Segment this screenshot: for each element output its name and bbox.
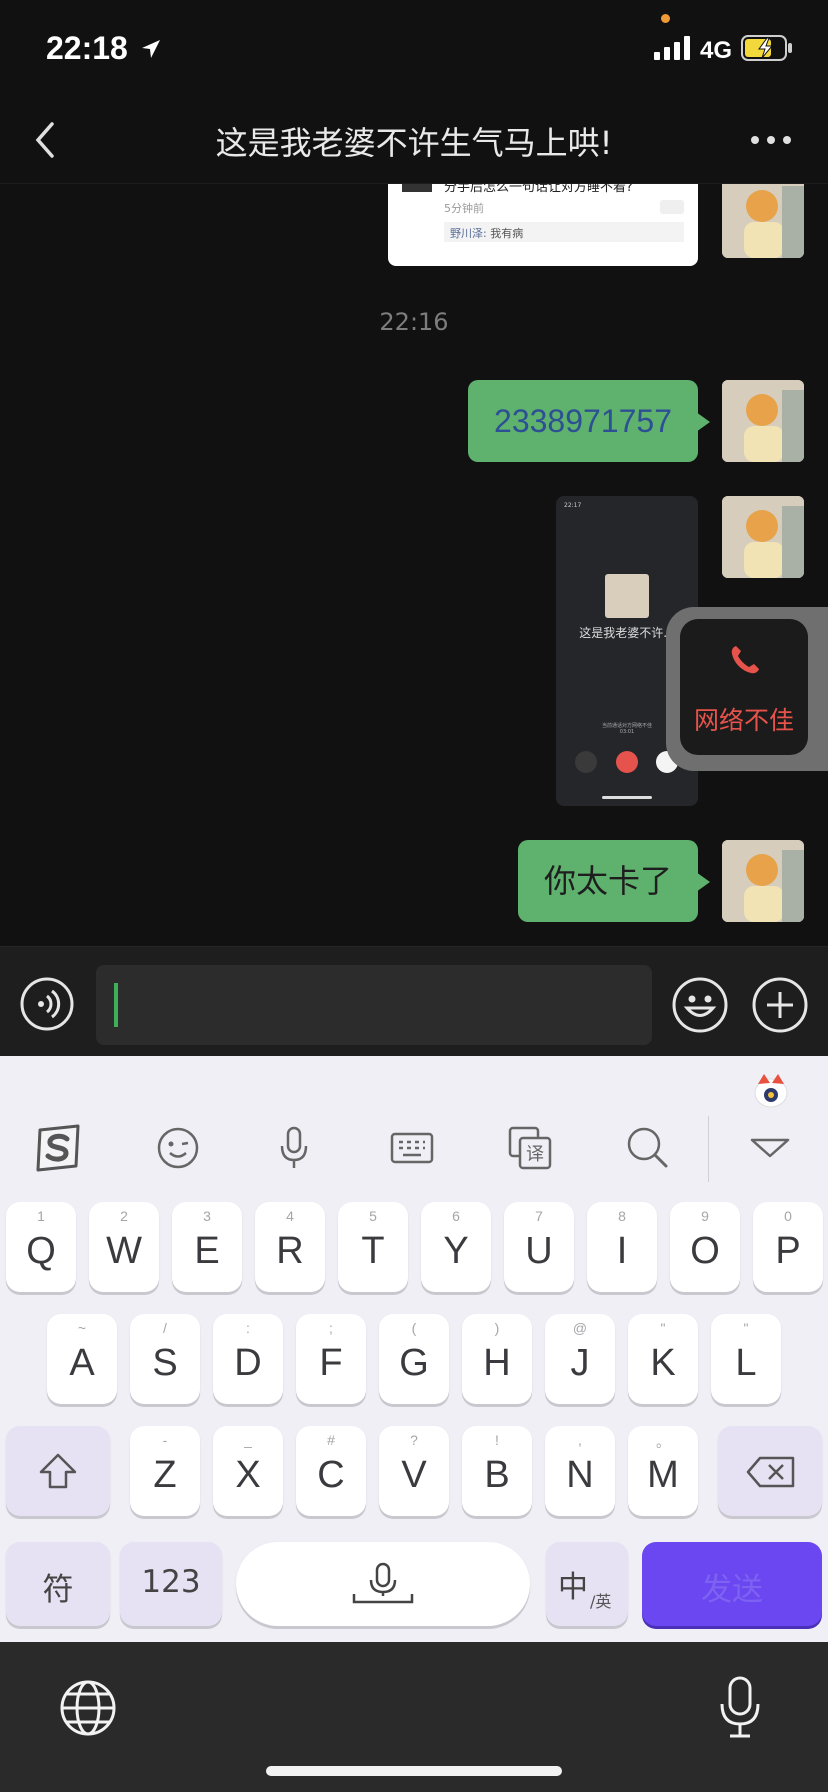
emoji-icon[interactable] xyxy=(672,977,728,1033)
key-a[interactable]: ~ A xyxy=(47,1314,117,1404)
language-switch-key[interactable]: 中 /英 xyxy=(546,1542,628,1626)
key-v[interactable]: ? V xyxy=(379,1426,449,1516)
emoji-face-icon[interactable] xyxy=(152,1122,204,1174)
chat-title: 这是我老婆不许生气马上哄! xyxy=(215,124,613,162)
delete-icon xyxy=(746,1456,795,1488)
mic-icon[interactable] xyxy=(268,1122,320,1174)
hangup-icon xyxy=(616,751,638,773)
key-d[interactable]: :D xyxy=(213,1314,283,1404)
dictation-mic-icon xyxy=(352,1562,414,1604)
location-arrow-icon xyxy=(142,40,160,58)
keyboard-icon[interactable] xyxy=(386,1122,438,1174)
key-z[interactable]: -Z xyxy=(130,1426,200,1516)
avatar[interactable] xyxy=(722,380,804,462)
more-icon[interactable] xyxy=(750,130,792,150)
toolbar-divider xyxy=(708,1116,709,1182)
phone-icon xyxy=(731,646,759,674)
message-bubble-number[interactable]: 2338971757 xyxy=(468,380,710,462)
screenshot-home-indicator xyxy=(602,796,652,799)
card-more xyxy=(660,200,684,214)
svg-text:译: 译 xyxy=(526,1144,544,1165)
network-type: 4G xyxy=(700,37,733,64)
key-y[interactable]: 6Y xyxy=(421,1202,491,1292)
key-g[interactable]: (G xyxy=(379,1314,449,1404)
avatar[interactable] xyxy=(722,840,804,922)
key-o[interactable]: 9O xyxy=(670,1202,740,1292)
key-n[interactable]: ,N xyxy=(545,1426,615,1516)
message-list: 分手后怎么一句话让对方睡不着? 5分钟前 野川泽: 我有病 22:16 2338… xyxy=(0,184,828,946)
symbols-key[interactable]: 符 xyxy=(6,1542,110,1626)
key-e[interactable]: 3E xyxy=(172,1202,242,1292)
key-c[interactable]: # C xyxy=(296,1426,366,1516)
key-q[interactable]: 1Q xyxy=(6,1202,76,1292)
shared-post-card[interactable]: 分手后怎么一句话让对方睡不着? 5分钟前 野川泽: 我有病 xyxy=(388,184,698,266)
screenshot-avatar xyxy=(605,574,649,618)
delete-key[interactable] xyxy=(718,1426,822,1516)
key-w[interactable]: 2W xyxy=(89,1202,159,1292)
key-h[interactable]: ) H xyxy=(462,1314,532,1404)
card-reply: 野川泽: 我有病 xyxy=(444,222,684,242)
key-p[interactable]: 0P xyxy=(753,1202,823,1292)
avatar[interactable] xyxy=(722,496,804,578)
key-l[interactable]: " L xyxy=(711,1314,781,1404)
key-r[interactable]: 4R xyxy=(255,1202,325,1292)
card-thumbnail xyxy=(402,184,432,192)
avatar[interactable] xyxy=(722,184,804,258)
send-button[interactable]: 发送 xyxy=(642,1542,822,1626)
message-bubble[interactable]: 你太卡了 xyxy=(517,840,711,922)
mute-icon xyxy=(575,751,597,773)
home-indicator[interactable] xyxy=(266,1766,562,1776)
chat-header: 这是我老婆不许生气马上哄! xyxy=(0,100,828,184)
battery-icon xyxy=(741,35,792,61)
space-key[interactable] xyxy=(236,1542,530,1626)
dictation-icon[interactable] xyxy=(716,1676,764,1740)
search-icon[interactable] xyxy=(622,1122,674,1174)
status-time: 22:18 xyxy=(46,30,128,66)
message-input[interactable] xyxy=(96,965,652,1045)
key-u[interactable]: 7U xyxy=(504,1202,574,1292)
phone-number-link[interactable]: 2338971757 xyxy=(494,403,672,439)
system-keyboard-bar xyxy=(0,1642,828,1792)
numbers-key[interactable]: 123 xyxy=(120,1542,222,1626)
card-reply-text: 我有病 xyxy=(490,227,524,240)
key-s[interactable]: / S xyxy=(130,1314,200,1404)
floating-call-window[interactable]: 网络不佳 xyxy=(666,607,828,771)
card-question: 分手后怎么一句话让对方睡不着? xyxy=(444,184,633,195)
key-k[interactable]: " K xyxy=(628,1314,698,1404)
key-b[interactable]: ! B xyxy=(462,1426,532,1516)
screenshot-time: 22:17 xyxy=(564,502,582,509)
call-status-label: 网络不佳 xyxy=(693,706,794,735)
key-x[interactable]: _ X xyxy=(213,1426,283,1516)
key-t[interactable]: 5T xyxy=(338,1202,408,1292)
shift-icon xyxy=(39,1453,77,1489)
card-reply-name: 野川泽: xyxy=(450,227,487,240)
key-f[interactable]: ; F xyxy=(296,1314,366,1404)
sogou-mascot-icon[interactable] xyxy=(750,1070,792,1112)
shift-key[interactable] xyxy=(6,1426,110,1516)
privacy-dot xyxy=(661,14,670,23)
signal-icon xyxy=(654,36,690,60)
card-time: 5分钟前 xyxy=(444,202,484,215)
key-m[interactable]: 。 M xyxy=(628,1426,698,1516)
sogou-logo-icon[interactable] xyxy=(32,1122,84,1174)
key-i[interactable]: 8I xyxy=(587,1202,657,1292)
key-j[interactable]: @ J xyxy=(545,1314,615,1404)
message-timestamp: 22:16 xyxy=(379,308,449,336)
globe-icon[interactable] xyxy=(58,1678,118,1738)
input-toolbar xyxy=(0,946,828,1056)
floating-call-inner[interactable]: 网络不佳 xyxy=(680,619,808,755)
translate-icon[interactable]: 译 xyxy=(504,1122,556,1174)
collapse-icon[interactable] xyxy=(744,1122,796,1174)
status-bar: 22:18 4G xyxy=(0,0,828,100)
text-caret xyxy=(114,983,118,1027)
plus-icon[interactable] xyxy=(752,977,808,1033)
voice-icon[interactable] xyxy=(20,977,74,1031)
keyboard: 译 1Q 2W 3E 4R 5T 6Y 7U 8I 9O 0P ~ A / S :D… xyxy=(0,1056,828,1642)
